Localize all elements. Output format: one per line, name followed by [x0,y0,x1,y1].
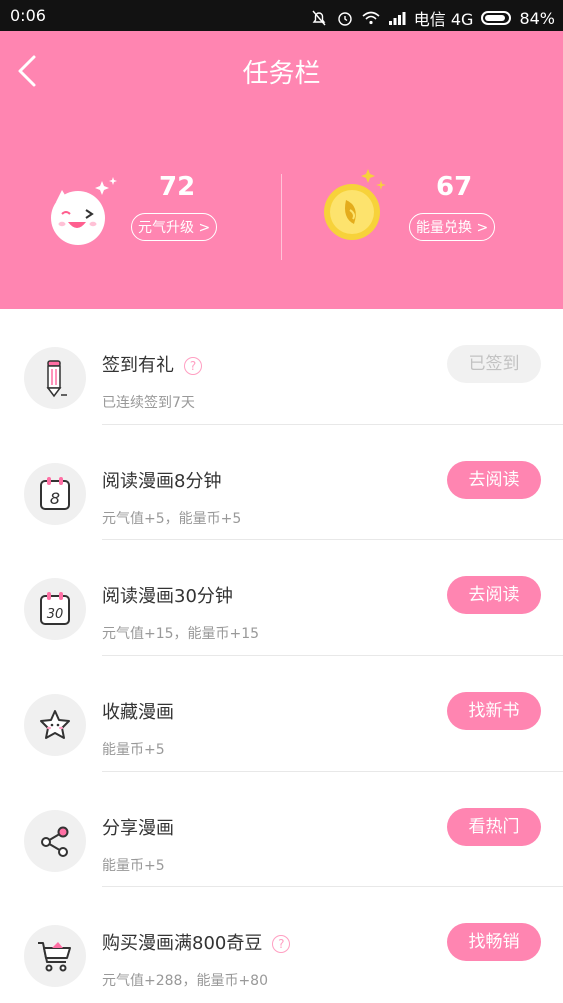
status-time: 0:06 [10,6,46,25]
see-hot-button[interactable]: 看热门 [447,807,541,846]
task-icon-circle: 30 [24,578,86,641]
task-icon-circle: 8 [24,462,86,525]
task-title: 购买漫画满800奇豆? [102,929,291,955]
task-row-read-8min: 8 阅读漫画8分钟 元气值+5，能量币+5 去阅读 [0,425,563,541]
mascot-icon [51,177,117,245]
task-subtitle: 元气值+15，能量币+15 [102,626,260,643]
pencil-icon [46,360,67,398]
battery-icon [481,11,512,25]
status-bar: 0:06 电信 4G 84% [0,0,563,31]
page-title: 任务栏 [242,59,321,89]
task-subtitle: 元气值+288，能量币+80 [102,973,268,990]
task-title-text: 购买漫画满800奇豆 [102,933,263,955]
task-subtitle: 能量币+5 [102,857,165,874]
header-divider [281,174,282,260]
signal-icon [388,12,406,25]
status-battery: 84% [519,8,555,28]
task-row-read-30min: 30 阅读漫画30分钟 元气值+15，能量币+15 去阅读 [0,540,563,657]
task-icon-circle [24,347,86,409]
task-row-purchase: 购买漫画满800奇豆? 元气值+288，能量币+80 找畅销 [0,887,563,1003]
task-title: 阅读漫画30分钟 [102,586,233,608]
energy-exchange-link[interactable]: 能量兑换 > [409,213,496,241]
find-bestseller-button[interactable]: 找畅销 [447,923,541,962]
coin-icon [324,169,386,240]
task-title: 分享漫画 [102,817,174,839]
help-icon[interactable]: ? [272,935,291,954]
calendar-30-icon: 30 [40,592,70,626]
task-subtitle: 元气值+5，能量币+5 [102,510,242,527]
task-icon-circle [24,694,86,757]
task-row-share: 分享漫画 能量币+5 看热门 [0,772,563,888]
notification-off-icon [312,10,326,26]
energy-value: 67 [436,172,473,202]
cart-icon [38,942,71,972]
task-title: 签到有礼? [102,351,202,377]
task-icon-circle [24,925,86,988]
status-carrier: 电信 4G [413,10,474,29]
vitality-upgrade-link[interactable]: 元气升级 > [131,213,218,241]
status-icons: 电信 4G 84% [310,6,555,30]
star-icon [40,710,70,740]
task-subtitle: 已连续签到7天 [102,395,195,411]
task-title: 阅读漫画8分钟 [102,470,222,492]
task-row-checkin: 签到有礼? 已连续签到7天 已签到 [0,309,563,425]
task-icon-circle [24,809,86,872]
task-title-text: 签到有礼 [102,355,174,376]
task-row-favorite: 收藏漫画 能量币+5 找新书 [0,656,563,772]
svg-text:30: 30 [47,607,64,622]
wifi-icon [362,11,380,25]
share-icon [41,826,69,857]
go-read-button[interactable]: 去阅读 [447,460,541,499]
header: 任务栏 72 元气升级 > 67 能量兑换 > [0,31,563,309]
vitality-value: 72 [159,172,196,202]
task-list: 签到有礼? 已连续签到7天 已签到 8 阅读漫画8分钟 元气值+5，能量币+5 … [0,309,563,1003]
calendar-8-icon: 8 [40,476,70,510]
task-subtitle: 能量币+5 [102,742,165,759]
alarm-icon [338,12,352,26]
task-title: 收藏漫画 [102,702,174,724]
find-new-book-button[interactable]: 找新书 [447,692,541,731]
svg-text:8: 8 [50,489,60,508]
go-read-button[interactable]: 去阅读 [447,576,541,615]
checked-in-button[interactable]: 已签到 [447,345,541,383]
help-icon[interactable]: ? [184,357,202,375]
